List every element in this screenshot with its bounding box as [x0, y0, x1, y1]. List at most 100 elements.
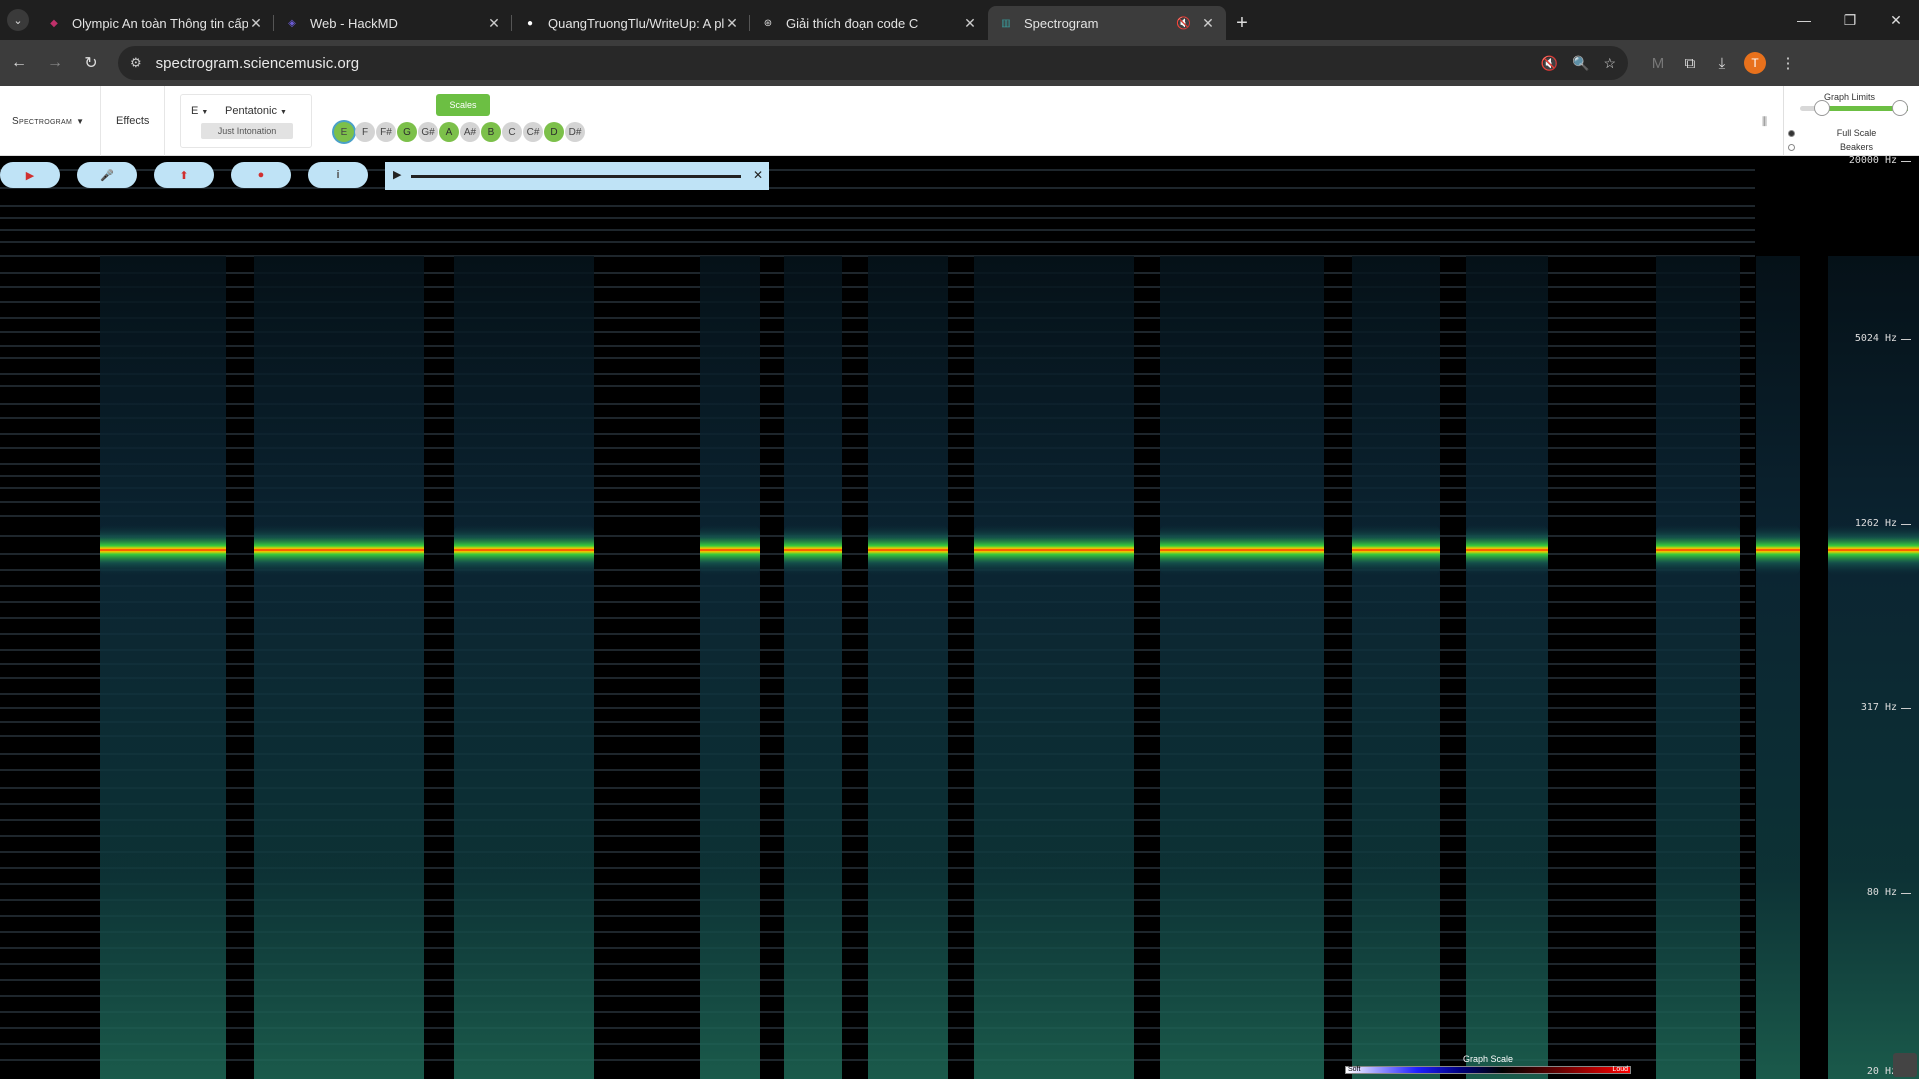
- signal-column: [1828, 256, 1919, 1079]
- signal-column: [1756, 256, 1800, 1079]
- option-beakers[interactable]: Beakers: [1788, 142, 1914, 152]
- playback-controls: ▶ 🎤 ⬆ ● i: [0, 162, 385, 188]
- play-button[interactable]: ▶: [0, 162, 60, 188]
- audio-player: ▶ ✕: [385, 162, 769, 190]
- note-button[interactable]: E: [334, 122, 354, 142]
- mute-mic-button[interactable]: 🎤: [77, 162, 137, 188]
- frequency-band: [1352, 524, 1440, 576]
- sliders-icon[interactable]: ⫼: [1762, 116, 1767, 129]
- effects-menu[interactable]: Effects: [116, 115, 149, 127]
- graph-limits-panel: Graph Limits Full Scale Beakers: [1783, 86, 1919, 156]
- browser-tab[interactable]: ▥ Spectrogram 🔇 ✕: [988, 6, 1226, 40]
- signal-column: [784, 256, 842, 1079]
- browser-tab[interactable]: ◈ Web - HackMD ✕: [274, 6, 512, 40]
- minimize-icon[interactable]: —: [1781, 0, 1827, 40]
- note-button[interactable]: F#: [376, 122, 396, 142]
- player-progress-bar[interactable]: [411, 175, 741, 178]
- option-full-scale[interactable]: Full Scale: [1788, 128, 1914, 138]
- note-button[interactable]: A: [439, 122, 459, 142]
- note-button[interactable]: C: [502, 122, 522, 142]
- divider: [100, 86, 101, 156]
- info-button[interactable]: i: [308, 162, 368, 188]
- player-close-icon[interactable]: ✕: [753, 168, 763, 182]
- caret-down-icon: ▼: [280, 109, 287, 116]
- tab-title: Olympic An toàn Thông tin cấp: [72, 15, 248, 31]
- note-button[interactable]: D#: [565, 122, 585, 142]
- graph-limits-min-handle[interactable]: [1814, 100, 1830, 116]
- tab-muted-icon[interactable]: 🔇: [1176, 16, 1192, 30]
- note-button[interactable]: B: [481, 122, 501, 142]
- url-text[interactable]: spectrogram.sciencemusic.org: [156, 55, 1527, 72]
- zoom-icon[interactable]: 🔍: [1572, 55, 1589, 72]
- download-icon[interactable]: ⤓: [1706, 55, 1738, 72]
- browser-tab[interactable]: ● QuangTruongTlu/WriteUp: A pl ✕: [512, 6, 750, 40]
- tuning-button[interactable]: Just Intonation: [201, 123, 293, 139]
- browser-menu-icon[interactable]: ⋮: [1772, 54, 1804, 72]
- forward-icon[interactable]: →: [38, 46, 72, 80]
- frequency-band: [974, 524, 1134, 576]
- frequency-label: 1262 Hz: [1854, 518, 1912, 529]
- frequency-band: [1756, 524, 1800, 576]
- note-button[interactable]: A#: [460, 122, 480, 142]
- frequency-band: [1466, 524, 1548, 576]
- key-value: E: [191, 105, 199, 117]
- signal-column: [454, 256, 594, 1079]
- browser-tab[interactable]: ⊛ Giải thích đoạn code C ✕: [750, 6, 988, 40]
- upload-button[interactable]: ⬆: [154, 162, 214, 188]
- app-menu[interactable]: Spectrogram ▼: [12, 116, 84, 127]
- address-bar[interactable]: ⚙ spectrogram.sciencemusic.org 🔇 🔍 ☆: [118, 46, 1628, 80]
- tab-favicon-icon: ⊛: [763, 17, 773, 29]
- note-button[interactable]: G: [397, 122, 417, 142]
- profile-avatar[interactable]: T: [1744, 52, 1766, 74]
- bookmark-star-icon[interactable]: ☆: [1603, 55, 1616, 72]
- graph-limits-max-handle[interactable]: [1892, 100, 1908, 116]
- spectrogram-canvas[interactable]: [0, 156, 1919, 1079]
- frequency-band: [700, 524, 760, 576]
- browser-tab[interactable]: ◆ Olympic An toàn Thông tin cấp ✕: [36, 6, 274, 40]
- tab-search-button[interactable]: ⌄: [0, 0, 36, 40]
- tab-list: ◆ Olympic An toàn Thông tin cấp ✕ ◈ Web - Ha…: [36, 6, 1226, 40]
- signal-column: [1466, 256, 1548, 1079]
- tab-close-icon[interactable]: ✕: [248, 15, 264, 32]
- spectrogram-view[interactable]: ▶ 🎤 ⬆ ● i ▶ ✕ 20000 Hz 5024 Hz 1262 Hz 3…: [0, 156, 1919, 1079]
- signal-column: [1656, 256, 1740, 1079]
- scales-button[interactable]: Scales: [436, 94, 490, 116]
- signal-column: [100, 256, 226, 1079]
- extension-m-icon[interactable]: M: [1642, 55, 1674, 72]
- new-tab-button[interactable]: +: [1226, 6, 1258, 40]
- scale-dropdown[interactable]: Pentatonic ▼: [225, 105, 287, 117]
- resize-handle[interactable]: [1893, 1053, 1917, 1077]
- reload-icon[interactable]: ↻: [74, 46, 108, 80]
- back-icon[interactable]: ←: [2, 46, 36, 80]
- site-info-icon[interactable]: ⚙: [130, 55, 142, 71]
- player-play-icon[interactable]: ▶: [393, 168, 401, 181]
- divider: [164, 86, 165, 156]
- audio-muted-icon[interactable]: 🔇: [1541, 55, 1558, 72]
- key-dropdown[interactable]: E ▼: [191, 105, 208, 117]
- tab-close-icon[interactable]: ✕: [1200, 15, 1216, 32]
- tab-close-icon[interactable]: ✕: [724, 15, 740, 32]
- graph-scale-legend: Graph Scale Soft Loud: [1345, 1054, 1631, 1074]
- brand-label: Spectrogram: [12, 116, 73, 127]
- tab-close-icon[interactable]: ✕: [962, 15, 978, 32]
- extensions-puzzle-icon[interactable]: ⧉: [1674, 55, 1706, 72]
- tab-favicon-icon: ●: [526, 17, 534, 29]
- radio-button[interactable]: [1788, 143, 1795, 151]
- graph-scale-gradient: Soft Loud: [1345, 1066, 1631, 1074]
- note-button[interactable]: D: [544, 122, 564, 142]
- restore-icon[interactable]: ❐: [1827, 0, 1873, 40]
- note-selector: E F F# G G# A A# B C C# D D#: [334, 122, 586, 142]
- note-button[interactable]: F: [355, 122, 375, 142]
- tab-favicon-icon: ◈: [288, 17, 296, 29]
- camera-button[interactable]: ●: [231, 162, 291, 188]
- note-button[interactable]: G#: [418, 122, 438, 142]
- close-window-icon[interactable]: ✕: [1873, 0, 1919, 40]
- frequency-label: 5024 Hz: [1854, 333, 1912, 344]
- note-button[interactable]: C#: [523, 122, 543, 142]
- radio-button[interactable]: [1788, 129, 1795, 137]
- app-header: Spectrogram ▼ Effects E ▼ Pentatonic ▼ Ju…: [0, 86, 1919, 156]
- signal-column: [254, 256, 424, 1079]
- tab-close-icon[interactable]: ✕: [486, 15, 502, 32]
- frequency-band: [254, 524, 424, 576]
- frequency-label: 317 Hz: [1860, 702, 1912, 713]
